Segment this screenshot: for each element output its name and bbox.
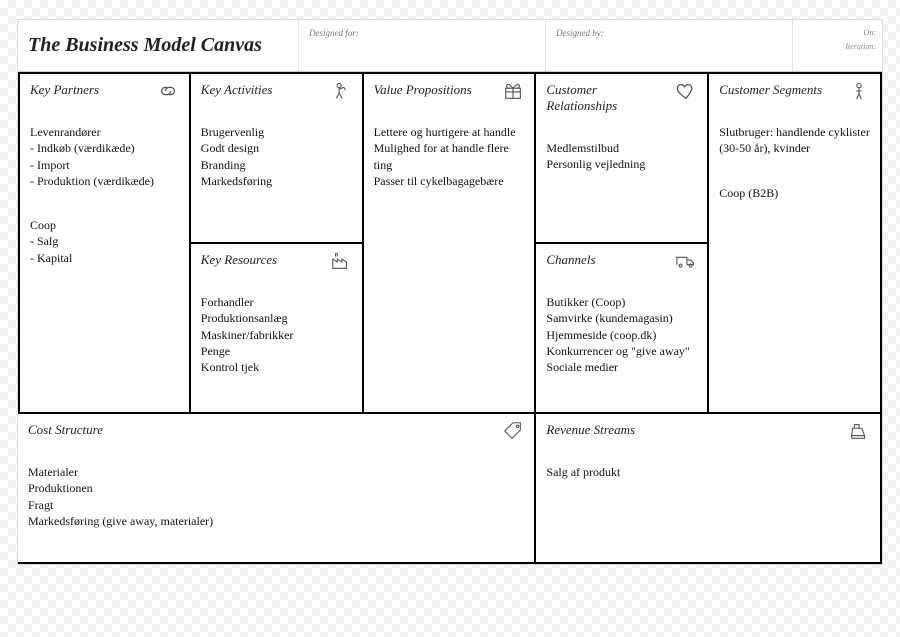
cell-cost-structure: Cost Structure Materialer Produktionen F…	[18, 414, 536, 564]
body-revenue-streams: Salg af produkt	[546, 448, 870, 497]
text-block: Levenrandører - Indkøb (værdikæde) - Imp…	[30, 124, 179, 189]
title-revenue-streams: Revenue Streams	[546, 422, 746, 438]
canvas-grid: Key Partners Levenrandører - Indkøb (vær…	[18, 72, 882, 564]
text-block: Butikker (Coop) Samvirke (kundemagasin) …	[546, 294, 697, 375]
worker-icon	[328, 80, 354, 102]
body-key-activities: Brugervenlig Godt design Branding Marked…	[201, 108, 352, 205]
tag-icon	[500, 420, 526, 442]
title-customer-relationships: Customer Relationships	[546, 82, 664, 114]
title-customer-segments: Customer Segments	[719, 82, 837, 98]
text-block: Lettere og hurtigere at handle Mulighed …	[374, 124, 525, 189]
cash-register-icon	[846, 420, 872, 442]
cell-key-activities: Key Activities Brugervenlig Godt design …	[191, 74, 364, 244]
text-block: Materialer Produktionen Fragt Markedsfør…	[28, 464, 524, 529]
designed-by-field: Designed by:	[545, 20, 792, 71]
cell-key-resources: Key Resources Forhandler Produktionsanlæ…	[191, 244, 364, 414]
title-cost-structure: Cost Structure	[28, 422, 228, 438]
text-block: Slutbruger: handlende cyklister (30-50 å…	[719, 124, 870, 156]
header: The Business Model Canvas Designed for: …	[18, 20, 882, 72]
title-channels: Channels	[546, 252, 664, 268]
body-key-resources: Forhandler Produktionsanlæg Maskiner/fab…	[201, 278, 352, 391]
body-channels: Butikker (Coop) Samvirke (kundemagasin) …	[546, 278, 697, 391]
title-value-propositions: Value Propositions	[374, 82, 492, 98]
cell-value-propositions: Value Propositions Lettere og hurtigere …	[364, 74, 537, 414]
body-customer-segments: Slutbruger: handlende cyklister (30-50 å…	[719, 108, 870, 217]
body-value-propositions: Lettere og hurtigere at handle Mulighed …	[374, 108, 525, 205]
factory-icon	[328, 250, 354, 272]
body-key-partners: Levenrandører - Indkøb (værdikæde) - Imp…	[30, 108, 179, 282]
link-icon	[155, 80, 181, 102]
header-meta: On: Iteration:	[792, 20, 882, 71]
document-title: The Business Model Canvas	[18, 20, 298, 71]
designed-for-label: Designed for:	[309, 28, 359, 38]
text-block: Coop - Salg - Kapital	[30, 217, 179, 266]
designed-by-label: Designed by:	[556, 28, 604, 38]
on-label: On:	[799, 26, 876, 40]
designed-for-field: Designed for:	[298, 20, 545, 71]
body-customer-relationships: Medlemstilbud Personlig vejledning	[546, 124, 697, 189]
cell-customer-segments: Customer Segments Slutbruger: handlende …	[709, 74, 882, 414]
text-block: Salg af produkt	[546, 464, 870, 480]
gift-icon	[500, 80, 526, 102]
heart-icon	[673, 80, 699, 102]
truck-icon	[673, 250, 699, 272]
person-icon	[846, 80, 872, 102]
title-key-activities: Key Activities	[201, 82, 319, 98]
text-block: Brugervenlig Godt design Branding Marked…	[201, 124, 352, 189]
title-key-resources: Key Resources	[201, 252, 319, 268]
cell-channels: Channels Butikker (Coop) Samvirke (kunde…	[536, 244, 709, 414]
title-key-partners: Key Partners	[30, 82, 148, 98]
cell-revenue-streams: Revenue Streams Salg af produkt	[536, 414, 882, 564]
body-cost-structure: Materialer Produktionen Fragt Markedsfør…	[28, 448, 524, 545]
cell-key-partners: Key Partners Levenrandører - Indkøb (vær…	[18, 74, 191, 414]
text-block: Coop (B2B)	[719, 185, 870, 201]
canvas-sheet: The Business Model Canvas Designed for: …	[18, 20, 882, 564]
iteration-label: Iteration:	[799, 40, 876, 54]
cell-customer-relationships: Customer Relationships Medlemstilbud Per…	[536, 74, 709, 244]
text-block: Forhandler Produktionsanlæg Maskiner/fab…	[201, 294, 352, 375]
text-block: Medlemstilbud Personlig vejledning	[546, 140, 697, 172]
